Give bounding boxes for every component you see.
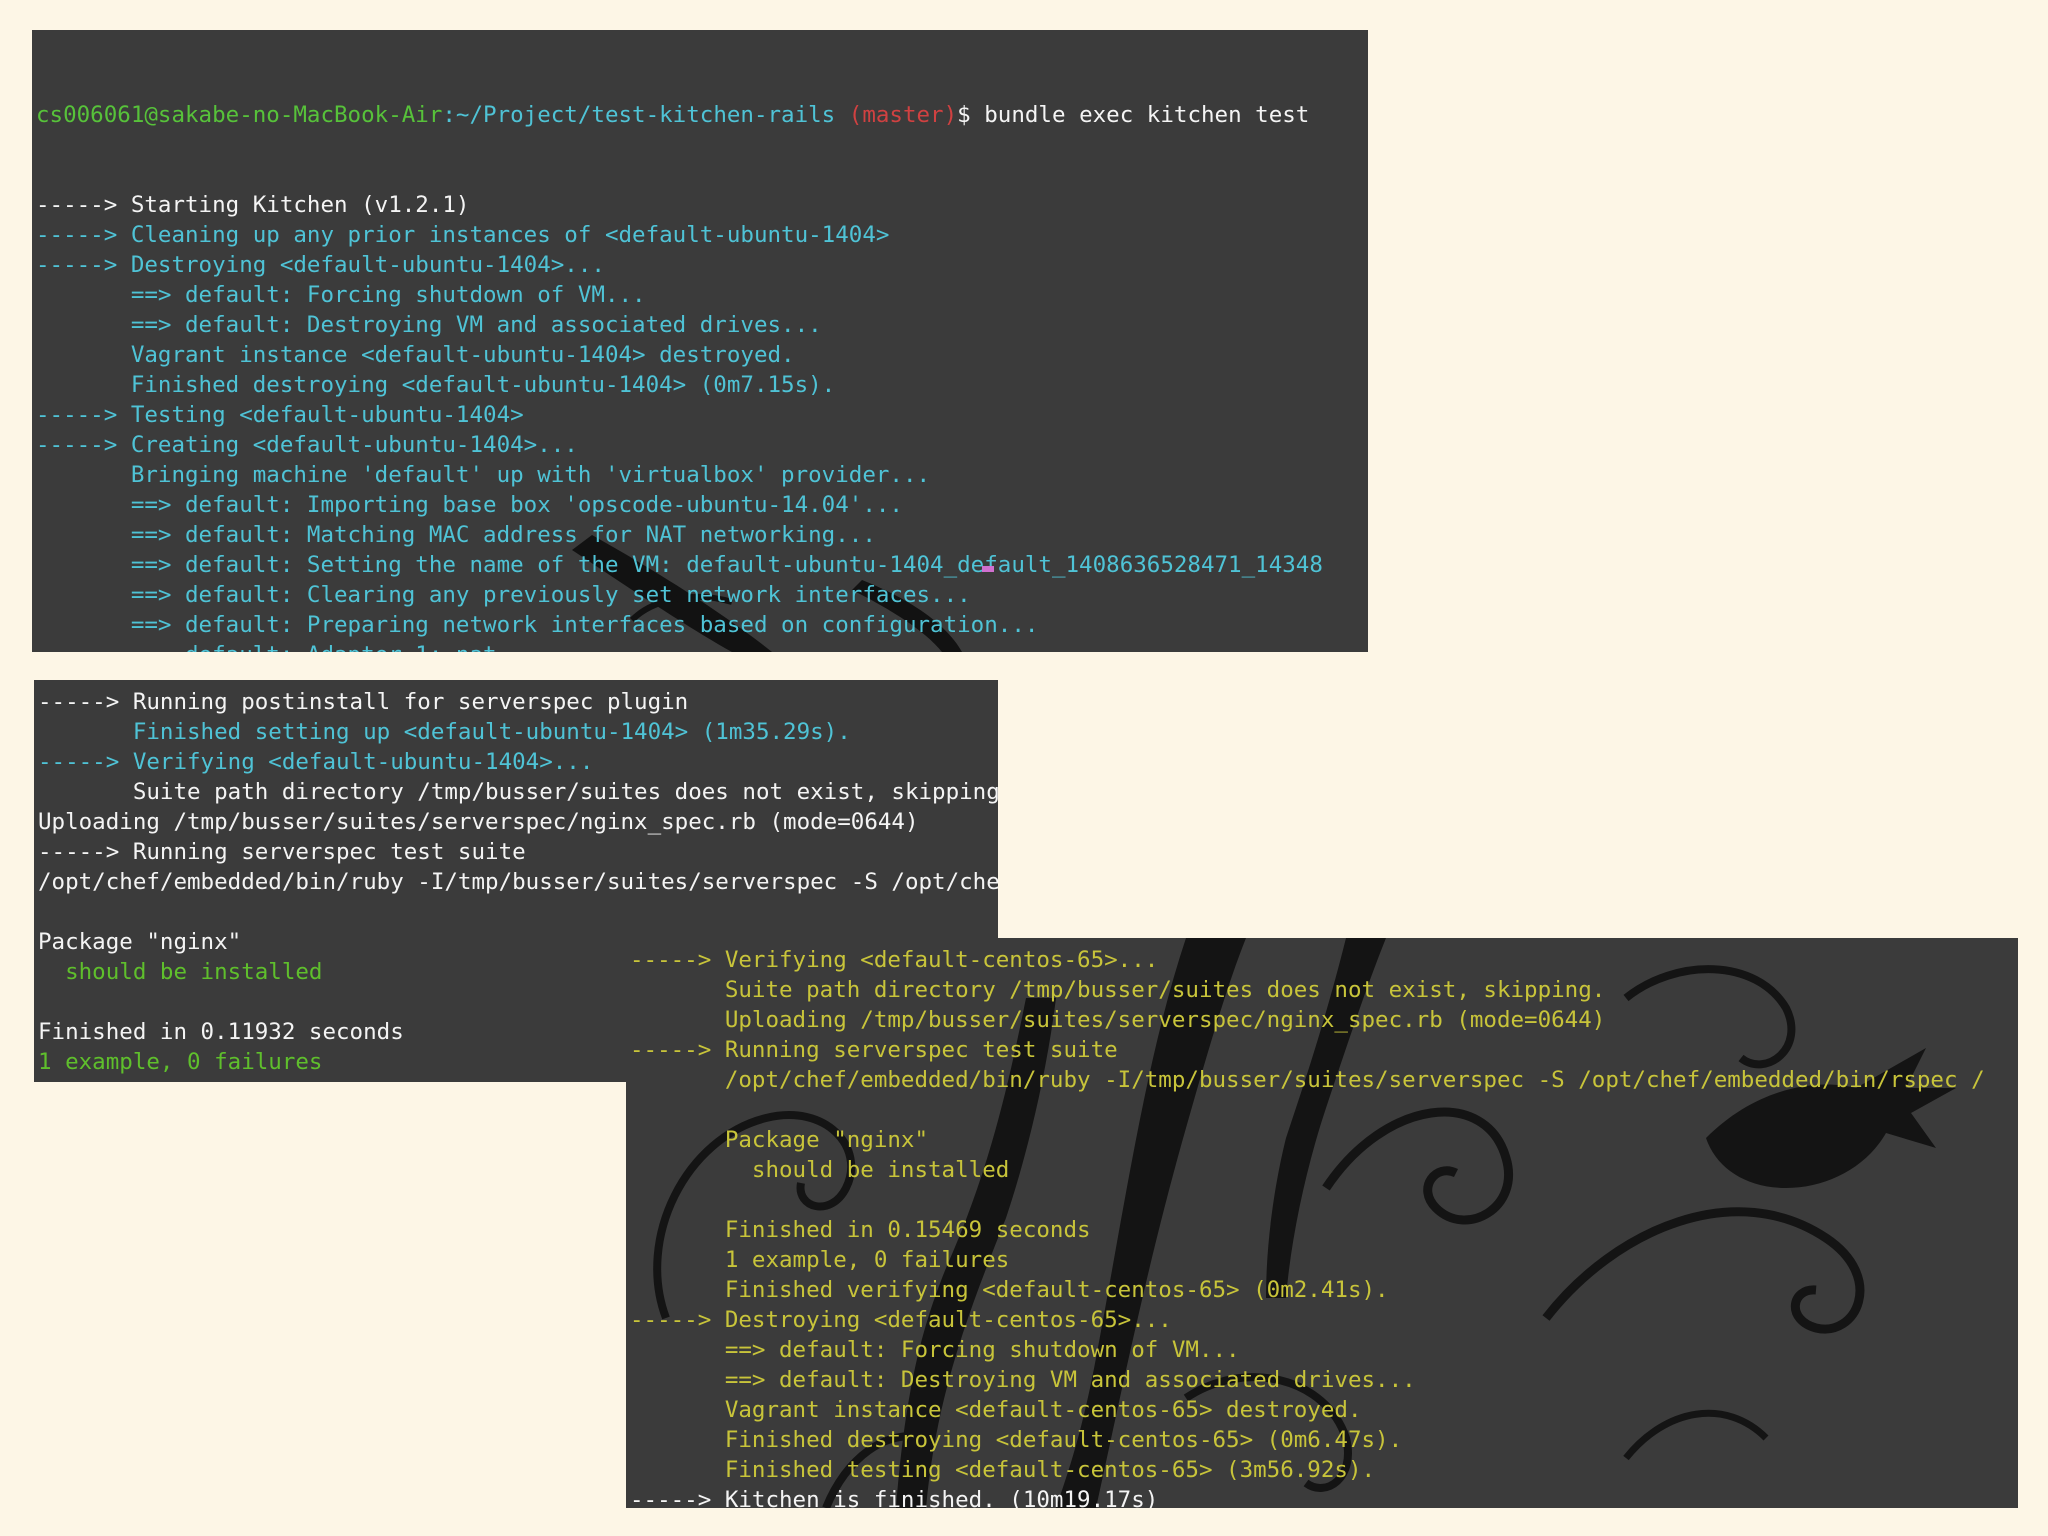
terminal-1-output: cs006061@sakabe-no-MacBook-Air:~/Project… [32,30,1368,652]
terminal-line: ==> default: Forcing shutdown of VM... [630,1337,1240,1363]
terminal-line: Package "nginx" [630,1127,929,1153]
shell-prompt-line: cs006061@sakabe-no-MacBook-Air:~/Project… [36,100,1368,130]
terminal-line: Suite path directory /tmp/busser/suites … [38,779,998,805]
terminal-line: -----> Verifying <default-centos-65>... [630,947,1159,973]
terminal-line: should be installed [630,1157,1010,1183]
prompt-git-branch: (master) [835,102,958,128]
terminal-line: Uploading /tmp/busser/suites/serverspec/… [38,809,919,835]
terminal-line: -----> Destroying <default-centos-65>... [630,1307,1172,1333]
terminal-line: -----> Testing <default-ubuntu-1404> [36,402,524,428]
terminal-line: /opt/chef/embedded/bin/ruby -I/tmp/busse… [630,1067,1985,1093]
terminal-line: Uploading /tmp/busser/suites/serverspec/… [630,1007,1606,1033]
terminal-window-3[interactable]: -----> Verifying <default-centos-65>... … [626,938,2018,1508]
terminal-line: -----> Cleaning up any prior instances o… [36,222,890,248]
terminal-3-output: -----> Verifying <default-centos-65>... … [626,938,2018,1508]
terminal-line: -----> Creating <default-ubuntu-1404>... [36,432,578,458]
terminal-line: -----> Starting Kitchen (v1.2.1) [36,192,470,218]
terminal-line: Finished verifying <default-centos-65> (… [630,1277,1389,1303]
terminal-line: Finished destroying <default-centos-65> … [630,1427,1403,1453]
terminal-line: ==> default: Preparing network interface… [36,612,1039,638]
terminal-line: -----> Verifying <default-ubuntu-1404>..… [38,749,594,775]
terminal-line: Bringing machine 'default' up with 'virt… [36,462,931,488]
terminal-line: Vagrant instance <default-centos-65> des… [630,1397,1362,1423]
terminal-line: -----> Running postinstall for serverspe… [38,689,689,715]
terminal-window-1[interactable]: cs006061@sakabe-no-MacBook-Air:~/Project… [32,30,1368,652]
terminal-line: ==> default: Destroying VM and associate… [36,312,822,338]
terminal-line: ==> default: Setting the name of the VM:… [36,552,1323,578]
terminal-cursor [982,566,994,572]
terminal-line: ==> default: Clearing any previously set… [36,582,971,608]
terminal-line: ==> default: Importing base box 'opscode… [36,492,903,518]
terminal-line: -----> Running serverspec test suite [38,839,526,865]
terminal-line: Finished in 0.15469 seconds [630,1217,1091,1243]
terminal-line: /opt/chef/embedded/bin/ruby -I/tmp/busse… [38,869,998,895]
terminal-line: Finished testing <default-centos-65> (3m… [630,1457,1376,1483]
prompt-path: :~/Project/test-kitchen-rails [442,102,836,128]
terminal-line: Suite path directory /tmp/busser/suites … [630,977,1606,1003]
terminal-line: Finished setting up <default-ubuntu-1404… [38,719,851,745]
prompt-command: $ bundle exec kitchen test [957,102,1310,128]
terminal-line: 1 example, 0 failures [630,1247,1010,1273]
terminal-line: -----> Kitchen is finished. (10m19.17s) [630,1487,1159,1508]
terminal-line: ==> default: Matching MAC address for NA… [36,522,876,548]
terminal-line: Finished destroying <default-ubuntu-1404… [36,372,836,398]
terminal-line: Vagrant instance <default-ubuntu-1404> d… [36,342,795,368]
terminal-line: ==> default: Destroying VM and associate… [630,1367,1416,1393]
terminal-line: ==> default: Forcing shutdown of VM... [36,282,646,308]
prompt-user-host: cs006061@sakabe-no-MacBook-Air [36,102,443,128]
terminal-line: default: Adapter 1: nat [36,640,1368,652]
terminal-line: -----> Running serverspec test suite [630,1037,1118,1063]
terminal-line: -----> Destroying <default-ubuntu-1404>.… [36,252,605,278]
